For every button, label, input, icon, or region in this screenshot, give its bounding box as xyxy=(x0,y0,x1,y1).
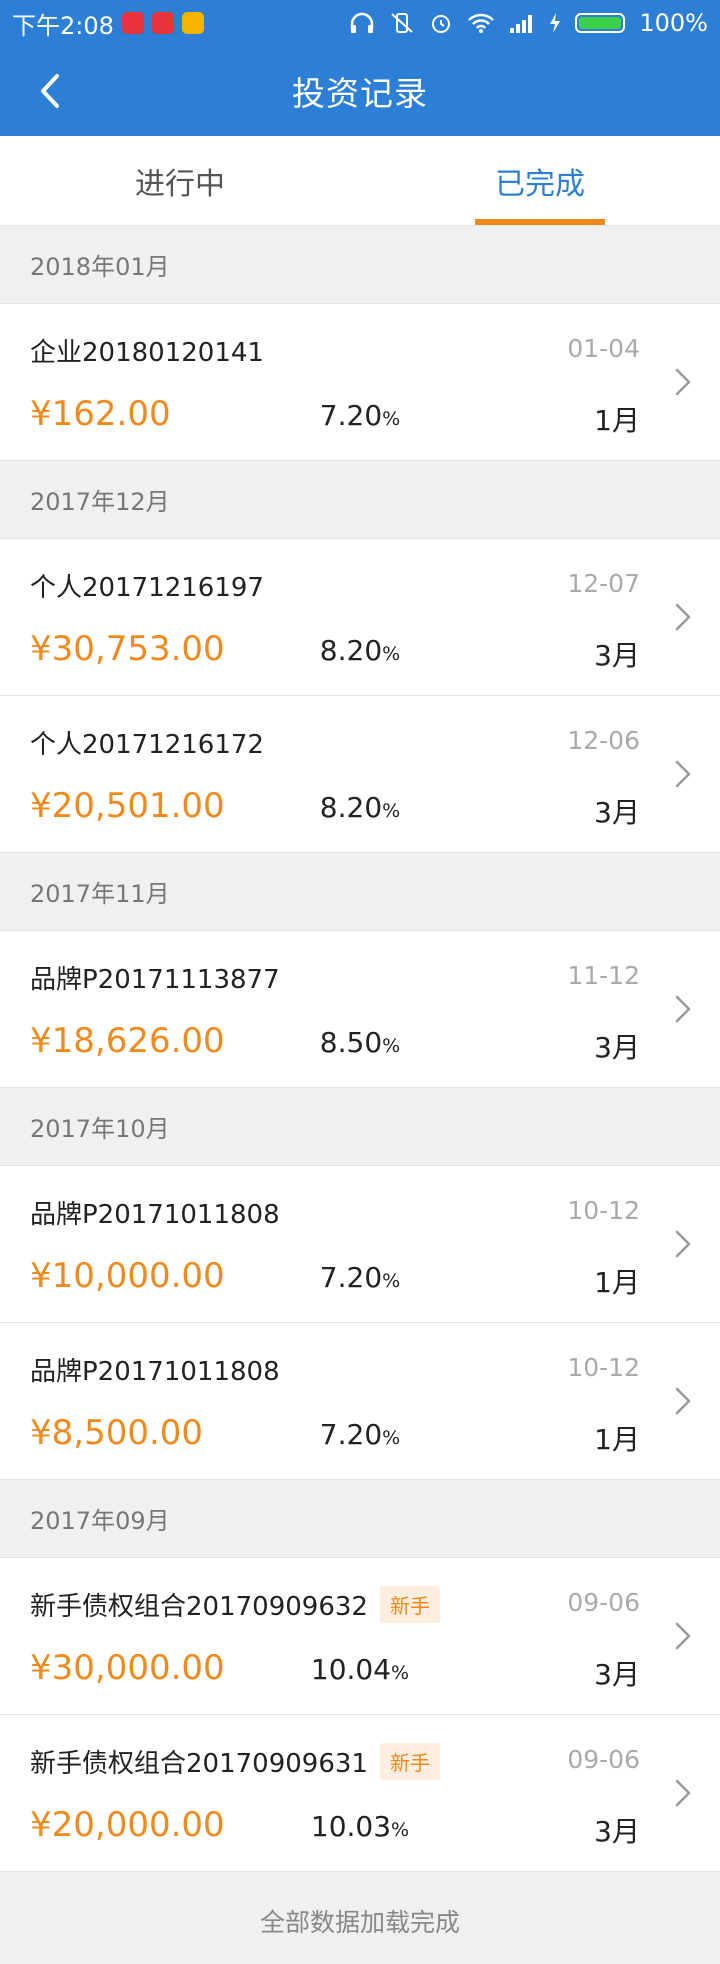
month-header: 2017年09月 xyxy=(0,1480,720,1558)
status-time: 下午2:08 xyxy=(12,11,114,40)
percent-symbol: % xyxy=(382,1270,401,1292)
record-name: 品牌P20171113877 xyxy=(30,965,280,995)
record-name: 个人20171216197 xyxy=(30,573,264,603)
percent-symbol: % xyxy=(391,1819,410,1841)
page-title: 投资记录 xyxy=(292,74,428,113)
new-user-tag: 新手 xyxy=(379,1743,440,1780)
chevron-right-icon xyxy=(675,1230,691,1258)
chevron-right-icon xyxy=(675,1622,691,1650)
record-term: 3月 xyxy=(594,1815,640,1848)
rate-value: 8.50 xyxy=(319,1026,383,1059)
record-name: 品牌P20171011808 xyxy=(30,1200,280,1230)
rate-value: 8.20 xyxy=(319,634,383,667)
record-term: 1月 xyxy=(594,1266,640,1299)
rate-value: 7.20 xyxy=(319,1261,383,1294)
record-date: 12-06 xyxy=(567,726,640,755)
record-name-row: 个人20171216197 xyxy=(30,567,264,604)
record-name: 新手债权组合20170909631 xyxy=(30,1749,368,1779)
record-date: 11-12 xyxy=(567,961,640,990)
load-complete-text: 全部数据加载完成 xyxy=(0,1872,720,1964)
tab-in-progress[interactable]: 进行中 xyxy=(0,136,360,225)
record-date: 09-06 xyxy=(567,1588,640,1617)
record-name: 品牌P20171011808 xyxy=(30,1357,280,1387)
app-notification-icon xyxy=(181,12,204,34)
month-header: 2017年12月 xyxy=(0,461,720,539)
headphones-icon xyxy=(351,12,374,33)
chevron-right-icon xyxy=(675,603,691,631)
record-name-row: 品牌P20171113877 xyxy=(30,959,280,996)
signal-icon xyxy=(510,15,533,33)
record-name-row: 品牌P20171011808 xyxy=(30,1194,280,1231)
record-term: 3月 xyxy=(594,639,640,672)
record-name: 新手债权组合20170909632 xyxy=(30,1592,368,1622)
status-bar: 下午2:08 100% xyxy=(0,0,720,46)
rate-value: 7.20 xyxy=(319,1418,383,1451)
record-date: 01-04 xyxy=(567,334,640,363)
chevron-right-icon xyxy=(675,760,691,788)
rate-value: 10.04 xyxy=(310,1653,392,1686)
investment-record[interactable]: 个人20171216172 12-06 ¥20,501.00 8.20% 3月 xyxy=(0,696,720,853)
chevron-right-icon xyxy=(675,1779,691,1807)
app-notification-icon xyxy=(151,12,174,34)
record-name-row: 企业20180120141 xyxy=(30,332,264,369)
investment-record[interactable]: 品牌P20171011808 10-12 ¥10,000.00 7.20% 1月 xyxy=(0,1166,720,1323)
percent-symbol: % xyxy=(382,643,401,665)
month-header: 2017年10月 xyxy=(0,1088,720,1166)
record-term: 3月 xyxy=(594,796,640,829)
percent-symbol: % xyxy=(382,800,401,822)
record-name-row: 新手债权组合20170909632 新手 xyxy=(30,1586,440,1623)
back-button[interactable] xyxy=(20,46,80,136)
month-header: 2017年11月 xyxy=(0,853,720,931)
record-term: 3月 xyxy=(594,1031,640,1064)
rate-value: 10.03 xyxy=(310,1810,392,1843)
record-date: 12-07 xyxy=(567,569,640,598)
battery-icon xyxy=(575,13,626,33)
record-date: 10-12 xyxy=(567,1196,640,1225)
record-term: 1月 xyxy=(594,1423,640,1456)
tab-bar: 进行中 已完成 xyxy=(0,136,720,226)
record-date: 09-06 xyxy=(567,1745,640,1774)
investment-record[interactable]: 企业20180120141 01-04 ¥162.00 7.20% 1月 xyxy=(0,304,720,461)
percent-symbol: % xyxy=(382,408,401,430)
vibrate-off-icon xyxy=(391,13,414,33)
nav-bar: 投资记录 xyxy=(0,46,720,136)
app-notification-icon xyxy=(121,12,144,34)
battery-percent: 100% xyxy=(639,9,708,37)
percent-symbol: % xyxy=(391,1662,410,1684)
chevron-right-icon xyxy=(675,995,691,1023)
investment-record[interactable]: 品牌P20171011808 10-12 ¥8,500.00 7.20% 1月 xyxy=(0,1323,720,1480)
record-name: 个人20171216172 xyxy=(30,730,264,760)
battery-level xyxy=(579,17,622,29)
investment-record[interactable]: 新手债权组合20170909631 新手 09-06 ¥20,000.00 10.03%… xyxy=(0,1715,720,1872)
record-name-row: 个人20171216172 xyxy=(30,724,264,761)
percent-symbol: % xyxy=(382,1427,401,1449)
investment-record[interactable]: 品牌P20171113877 11-12 ¥18,626.00 8.50% 3月 xyxy=(0,931,720,1088)
record-list: 2018年01月 企业20180120141 01-04 ¥162.00 7.20% 1月… xyxy=(0,226,720,1872)
record-date: 10-12 xyxy=(567,1353,640,1382)
chevron-right-icon xyxy=(675,368,691,396)
alarm-icon xyxy=(432,15,451,33)
investment-record[interactable]: 新手债权组合20170909632 新手 09-06 ¥30,000.00 10.04%… xyxy=(0,1558,720,1715)
new-user-tag: 新手 xyxy=(379,1586,440,1623)
record-term: 3月 xyxy=(594,1658,640,1691)
percent-symbol: % xyxy=(382,1035,401,1057)
chevron-right-icon xyxy=(675,1387,691,1415)
tab-completed[interactable]: 已完成 xyxy=(360,136,720,225)
wifi-icon xyxy=(468,13,495,33)
charging-icon xyxy=(550,13,561,33)
rate-value: 8.20 xyxy=(319,791,383,824)
rate-value: 7.20 xyxy=(319,399,383,432)
record-name: 企业20180120141 xyxy=(30,338,264,368)
chevron-left-icon xyxy=(41,74,59,108)
record-term: 1月 xyxy=(594,404,640,437)
month-header: 2018年01月 xyxy=(0,226,720,304)
investment-record[interactable]: 个人20171216197 12-07 ¥30,753.00 8.20% 3月 xyxy=(0,539,720,696)
record-name-row: 新手债权组合20170909631 新手 xyxy=(30,1743,440,1780)
record-name-row: 品牌P20171011808 xyxy=(30,1351,280,1388)
